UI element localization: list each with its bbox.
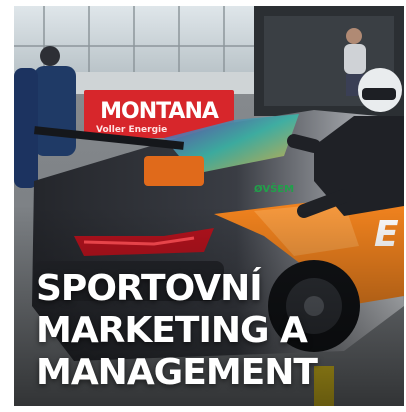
banner-tagline: Voller Energie [96, 125, 167, 135]
headline-line-2: MARKETING A [36, 310, 308, 351]
headline-line-3: MANAGEMENT [36, 352, 318, 393]
banner-brand: MONTANA [100, 99, 219, 124]
sponsor-logo: ØVŠEM [254, 182, 294, 195]
headline-line-1: SPORTOVNÍ [36, 268, 263, 309]
headline: SPORTOVNÍ MARKETING A MANAGEMENT [36, 268, 318, 394]
post-image: MONTANA Voller Energie ØVŠEM SPORTOVNÍ M… [0, 0, 406, 412]
